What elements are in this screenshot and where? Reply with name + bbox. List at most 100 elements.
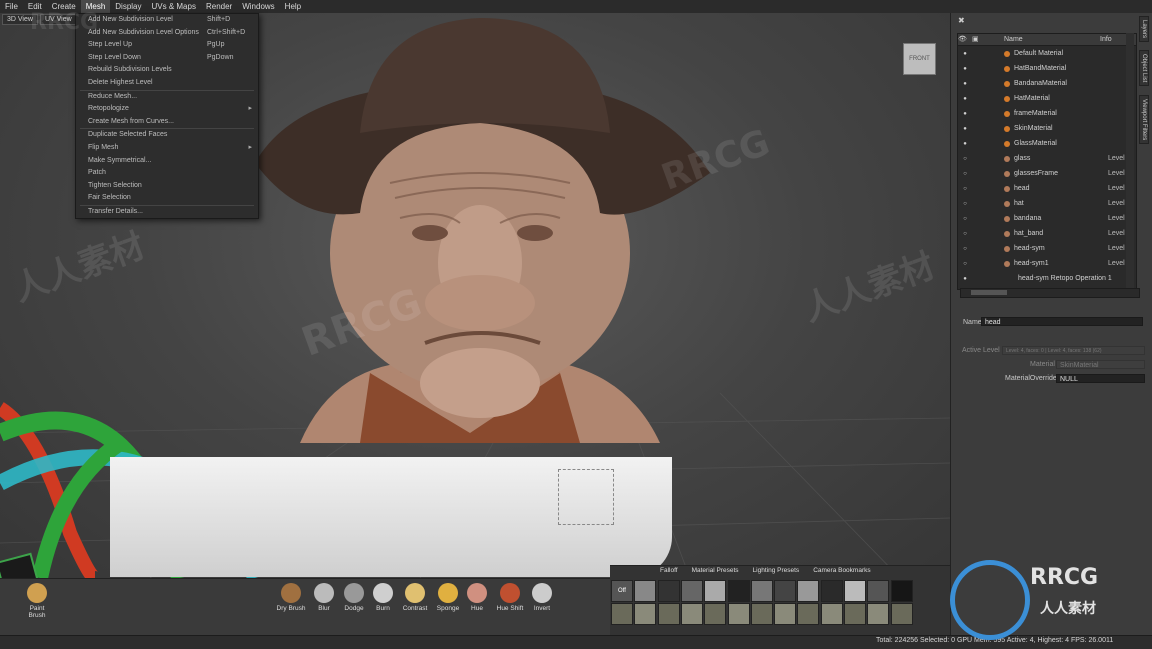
menu-create[interactable]: Create bbox=[47, 0, 81, 13]
stamp-thumbnail[interactable] bbox=[867, 603, 890, 625]
menu-display[interactable]: Display bbox=[110, 0, 146, 13]
visibility-toggle-icon[interactable]: ○ bbox=[958, 246, 972, 252]
tab-falloff[interactable]: Falloff bbox=[660, 567, 678, 574]
stamp-thumbnail[interactable] bbox=[657, 603, 680, 625]
menu-edit[interactable]: Edit bbox=[23, 0, 47, 13]
tab-uv-view[interactable]: UV View bbox=[39, 14, 77, 25]
lock-column-icon[interactable]: ▣ bbox=[972, 34, 986, 45]
menu-item-delete-highest-level[interactable]: Delete Highest Level bbox=[76, 77, 258, 90]
menu-item-tighten-selection[interactable]: Tighten Selection bbox=[76, 180, 258, 193]
object-list-row[interactable]: ○ head-sym Level bbox=[958, 241, 1136, 256]
visibility-toggle-icon[interactable]: ○ bbox=[958, 156, 972, 162]
menu-item-patch[interactable]: Patch bbox=[76, 167, 258, 180]
close-panel-icon[interactable]: ✖ bbox=[958, 16, 965, 25]
visibility-toggle-icon[interactable]: ○ bbox=[958, 171, 972, 177]
menu-item-step-level-up[interactable]: Step Level Up PgUp bbox=[76, 39, 258, 52]
tab-3d-view[interactable]: 3D View bbox=[2, 14, 38, 25]
menu-item-add-subdivision-level-options[interactable]: Add New Subdivision Level Options Ctrl+Sh… bbox=[76, 27, 258, 40]
stamp-thumbnail[interactable] bbox=[611, 603, 633, 625]
menu-item-retopologize[interactable]: Retopologize ▸ bbox=[76, 103, 258, 116]
visibility-column-icon[interactable]: 👁 bbox=[958, 34, 972, 45]
side-tab-layers[interactable]: Layers bbox=[1139, 16, 1149, 43]
object-list-row[interactable]: ○ head Level bbox=[958, 181, 1136, 196]
menu-item-duplicate-selected-faces[interactable]: Duplicate Selected Faces bbox=[76, 129, 258, 142]
object-list-row[interactable]: ● SkinMaterial bbox=[958, 121, 1136, 136]
visibility-toggle-icon[interactable]: ○ bbox=[958, 201, 972, 207]
stamp-thumbnail[interactable] bbox=[774, 603, 797, 625]
stamp-thumbnail[interactable] bbox=[680, 580, 703, 602]
stamp-thumbnail[interactable] bbox=[844, 580, 866, 602]
stamp-thumbnail[interactable] bbox=[797, 580, 820, 602]
object-list-row[interactable]: ● GlassMaterial bbox=[958, 136, 1136, 151]
visibility-toggle-icon[interactable]: ○ bbox=[958, 186, 972, 192]
menu-item-step-level-down[interactable]: Step Level Down PgDown bbox=[76, 52, 258, 65]
name-field[interactable]: head bbox=[981, 317, 1143, 326]
object-list-row[interactable]: ○ glassesFrame Level bbox=[958, 166, 1136, 181]
material-override-select[interactable]: NULL bbox=[1056, 374, 1145, 383]
object-list-row[interactable]: ● frameMaterial bbox=[958, 106, 1136, 121]
stamp-thumbnail[interactable] bbox=[750, 580, 773, 602]
visibility-toggle-icon[interactable]: ● bbox=[958, 141, 972, 147]
stamp-thumbnail[interactable] bbox=[750, 603, 773, 625]
menu-item-make-symmetrical[interactable]: Make Symmetrical... bbox=[76, 155, 258, 168]
menu-item-add-subdivision-level[interactable]: Add New Subdivision Level Shift+D bbox=[76, 14, 258, 27]
visibility-toggle-icon[interactable]: ● bbox=[958, 111, 972, 117]
menu-mesh[interactable]: Mesh bbox=[80, 0, 111, 13]
menu-item-reduce-mesh[interactable]: Reduce Mesh... bbox=[76, 91, 258, 104]
menu-item-flip-mesh[interactable]: Flip Mesh ▸ bbox=[76, 142, 258, 155]
stamp-thumbnail[interactable] bbox=[704, 603, 727, 625]
object-list-row[interactable]: ○ glass Level bbox=[958, 151, 1136, 166]
object-list-row[interactable]: ● HatBandMaterial bbox=[958, 61, 1136, 76]
visibility-toggle-icon[interactable]: ● bbox=[958, 126, 972, 132]
object-list-row[interactable]: ○ hat Level bbox=[958, 196, 1136, 211]
brush-dry-brush[interactable]: Dry Brush bbox=[276, 583, 306, 612]
stamp-thumbnail[interactable] bbox=[727, 580, 750, 602]
object-list-row[interactable]: ○ hat_band Level bbox=[958, 226, 1136, 241]
stamp-thumbnail[interactable] bbox=[890, 580, 913, 602]
stamp-thumbnail[interactable] bbox=[727, 603, 750, 625]
active-level-select[interactable]: Level: 4, faces: 0 | Level: 4, faces: 13… bbox=[1002, 346, 1145, 355]
object-list-row[interactable]: ● BandanaMaterial bbox=[958, 76, 1136, 91]
menu-help[interactable]: Help bbox=[280, 0, 306, 13]
menu-item-create-mesh-from-curves[interactable]: Create Mesh from Curves... bbox=[76, 116, 258, 129]
brush-burn[interactable]: Burn bbox=[368, 583, 398, 612]
object-list-row[interactable]: ○ head-sym1 Level bbox=[958, 256, 1136, 271]
visibility-toggle-icon[interactable]: ● bbox=[958, 66, 972, 72]
stamp-thumbnail[interactable] bbox=[820, 603, 843, 625]
side-tab-object-list[interactable]: Object List bbox=[1139, 50, 1149, 87]
view-cube[interactable]: FRONT bbox=[903, 43, 936, 75]
menu-uvs-maps[interactable]: UVs & Maps bbox=[147, 0, 201, 13]
menu-item-transfer-details[interactable]: Transfer Details... bbox=[76, 206, 258, 219]
menu-file[interactable]: File bbox=[0, 0, 23, 13]
visibility-toggle-icon[interactable]: ● bbox=[958, 51, 972, 57]
stamp-thumbnail[interactable] bbox=[867, 580, 890, 602]
stamp-thumbnail[interactable] bbox=[844, 603, 866, 625]
menu-item-fair-selection[interactable]: Fair Selection bbox=[76, 192, 258, 205]
name-column-header[interactable]: Name bbox=[986, 34, 1096, 45]
stamp-thumbnail[interactable] bbox=[797, 603, 820, 625]
stamp-thumbnail[interactable] bbox=[820, 580, 843, 602]
brush-hue-shift[interactable]: Hue Shift bbox=[495, 583, 525, 612]
stamp-off[interactable]: Off bbox=[611, 580, 633, 602]
brush-blur[interactable]: Blur bbox=[309, 583, 339, 612]
stamp-thumbnail[interactable] bbox=[634, 603, 657, 625]
tab-material-presets[interactable]: Material Presets bbox=[692, 567, 739, 574]
tab-camera-bookmarks[interactable]: Camera Bookmarks bbox=[813, 567, 870, 574]
visibility-toggle-icon[interactable]: ○ bbox=[958, 231, 972, 237]
object-list-horizontal-scrollbar[interactable] bbox=[960, 288, 1140, 298]
brush-dodge[interactable]: Dodge bbox=[339, 583, 369, 612]
brush-sponge[interactable]: Sponge bbox=[433, 583, 463, 612]
object-list-row[interactable]: ● Default Material bbox=[958, 46, 1136, 61]
visibility-toggle-icon[interactable]: ● bbox=[958, 81, 972, 87]
stamp-thumbnail[interactable] bbox=[774, 580, 797, 602]
brush-hue[interactable]: Hue bbox=[462, 583, 492, 612]
stamp-thumbnail[interactable] bbox=[634, 580, 657, 602]
visibility-toggle-icon[interactable]: ● bbox=[958, 276, 972, 282]
visibility-toggle-icon[interactable]: ○ bbox=[958, 261, 972, 267]
menu-render[interactable]: Render bbox=[201, 0, 237, 13]
stamp-thumbnail[interactable] bbox=[704, 580, 727, 602]
menu-item-rebuild-subdivision-levels[interactable]: Rebuild Subdivision Levels bbox=[76, 64, 258, 77]
stamp-thumbnail[interactable] bbox=[657, 580, 680, 602]
object-list-vertical-scrollbar[interactable] bbox=[1126, 33, 1134, 288]
side-tab-viewport-filters[interactable]: Viewport Filters bbox=[1139, 95, 1149, 145]
